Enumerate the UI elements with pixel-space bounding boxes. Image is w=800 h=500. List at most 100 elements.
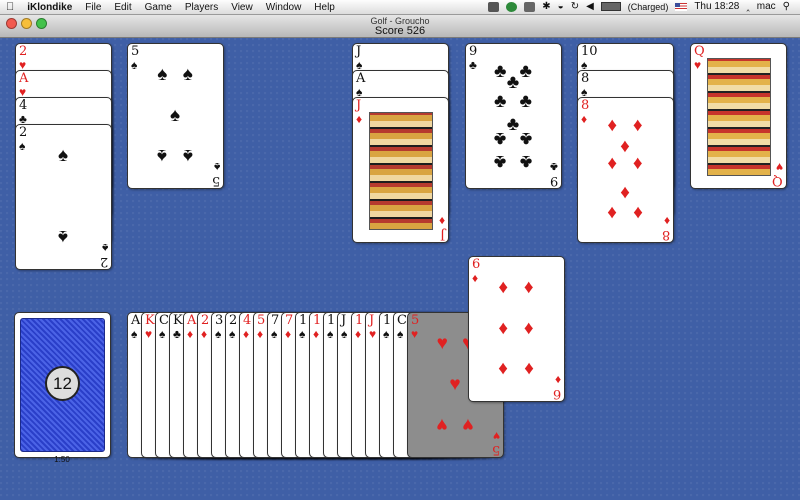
wifi-icon[interactable]: ◒ [558, 1, 564, 12]
card-rank: 9 [469, 44, 478, 59]
card-rank: 2 [19, 44, 28, 59]
card-rank: 2 [229, 313, 238, 328]
card-pip-icon: ♦ [498, 357, 509, 379]
card-rank: 8 [661, 227, 670, 242]
battery-status: (Charged) [627, 1, 669, 12]
card-pip-icon: ♦ [523, 317, 534, 339]
tableau-card[interactable]: 5 ♠ 5 ♠ ♠ ♠ ♠ ♠ ♠ [127, 43, 224, 189]
menu-game[interactable]: Game [145, 2, 172, 13]
card-suit-icon: ♣ [469, 58, 477, 72]
card-rank: 1 [327, 313, 336, 328]
card-pip-icon: ♣ [506, 72, 520, 94]
card-suit-icon: ♥ [369, 327, 377, 341]
card-suit-icon: ♦ [313, 327, 320, 341]
sync-icon[interactable] [506, 1, 518, 12]
card-suit-icon: ♠ [397, 327, 404, 341]
card-rank: 2 [99, 254, 108, 269]
apple-icon[interactable]:  [6, 1, 14, 13]
app-menu[interactable]: iKlondike [27, 2, 72, 13]
card-rank: J [356, 98, 362, 113]
card-rank: C [397, 313, 407, 328]
card-suit-icon: ♦ [201, 327, 208, 341]
input-source-flag-icon[interactable] [675, 2, 688, 11]
card-rank: 6 [472, 257, 481, 272]
card-pip-icon: ♦ [523, 357, 534, 379]
battery-icon[interactable] [600, 2, 621, 11]
card-suit-icon: ♥ [775, 160, 783, 174]
card-pip-icon: ♣ [494, 127, 507, 149]
card-suit-icon: ♠ [341, 327, 348, 341]
menu-edit[interactable]: Edit [114, 2, 131, 13]
card-rank: 5 [411, 313, 420, 328]
card-pip-icon: ♠ [57, 145, 69, 167]
card-rank: K [145, 313, 155, 328]
status-icon[interactable] [524, 1, 536, 12]
tableau-card[interactable]: 8 ♦ 8 ♦ ♦ ♦ ♦ ♦ ♦ ♦ ♦ ♦ [577, 97, 674, 243]
card-rank: 5 [257, 313, 266, 328]
card-rank: 6 [552, 386, 561, 401]
card-rank: A [131, 313, 141, 328]
card-suit-icon: ♣ [550, 160, 558, 174]
menu-file[interactable]: File [85, 2, 101, 13]
card-rank: 1 [383, 313, 392, 328]
bluetooth-icon[interactable]: ✱ [542, 1, 550, 12]
card-pip-icon: ♥ [436, 413, 448, 435]
card-pip-icon: ♦ [620, 181, 630, 203]
card-rank: J [439, 227, 445, 242]
card-pip-icon: ♣ [519, 127, 532, 149]
card-rank: 7 [285, 313, 294, 328]
card-suit-icon: ♣ [173, 327, 181, 341]
menu-bar:  iKlondike File Edit Game Players View … [0, 0, 800, 15]
card-suit-icon: ♠ [19, 139, 26, 153]
card-suit-icon: ♥ [145, 327, 153, 341]
tableau-card[interactable]: 9 ♣ 9 ♣ ♣ ♣ ♣ ♣ ♣ ♣ ♣ ♣ ♣ ♣ [465, 43, 562, 189]
card-rank: 10 [581, 44, 598, 59]
card-rank: A [187, 313, 197, 328]
card-suit-icon: ♦ [187, 327, 194, 341]
tableau-card[interactable]: 2 ♠ 2 ♠ ♠ ♠ [15, 124, 112, 270]
user-menu[interactable]: mac [757, 1, 776, 12]
card-suit-icon: ♠ [131, 58, 138, 72]
status-app-icon[interactable] [488, 1, 500, 12]
clock[interactable]: Thu 18:28 [694, 1, 739, 12]
time-machine-icon[interactable]: ↻ [571, 1, 579, 12]
menu-players[interactable]: Players [185, 2, 218, 13]
bluetooth-status-icon[interactable]: ‸ [746, 1, 749, 12]
tableau-card[interactable]: Q ♥ Q ♥ [690, 43, 787, 189]
card-rank: 4 [19, 98, 28, 113]
card-rank: 1 [355, 313, 364, 328]
dragged-playing-card[interactable]: 6 ♦ 6 ♦ ♦ ♦ ♦ ♦ ♦ ♦ [468, 256, 565, 402]
card-suit-icon: ♠ [383, 327, 390, 341]
card-rank: A [356, 71, 366, 86]
card-suit-icon: ♠ [299, 327, 306, 341]
menu-help[interactable]: Help [314, 2, 335, 13]
card-rank: 2 [201, 313, 210, 328]
card-rank: J [369, 313, 375, 328]
menu-window[interactable]: Window [266, 2, 302, 13]
card-pip-icon: ♦ [607, 202, 618, 224]
tableau-card[interactable]: J ♦ J ♦ [352, 97, 449, 243]
card-pip-icon: ♣ [494, 150, 507, 172]
volume-icon[interactable]: ◀ [586, 1, 594, 12]
card-suit-icon: ♥ [694, 58, 702, 72]
card-pip-icon: ♥ [462, 413, 474, 435]
card-pip-icon: ♦ [607, 114, 618, 136]
card-suit-icon: ♠ [101, 241, 108, 255]
card-rank: 7 [271, 313, 280, 328]
menu-view[interactable]: View [231, 2, 253, 13]
card-rank: 8 [581, 98, 590, 113]
court-figure-icon [707, 58, 771, 176]
card-suit-icon: ♦ [472, 271, 479, 285]
stock-pile[interactable]: 12 [14, 312, 111, 458]
stock-count: 12 [45, 366, 80, 401]
card-pip-icon: ♥ [449, 373, 461, 395]
card-rank: 5 [491, 442, 500, 457]
card-rank: 4 [243, 313, 252, 328]
spotlight-icon[interactable]: ⚲ [783, 1, 790, 12]
card-rank: J [356, 44, 362, 59]
card-suit-icon: ♥ [492, 429, 500, 443]
card-pip-icon: ♦ [632, 202, 643, 224]
card-suit-icon: ♠ [327, 327, 334, 341]
card-pip-icon: ♥ [436, 333, 448, 355]
card-pip-icon: ♦ [498, 277, 509, 299]
